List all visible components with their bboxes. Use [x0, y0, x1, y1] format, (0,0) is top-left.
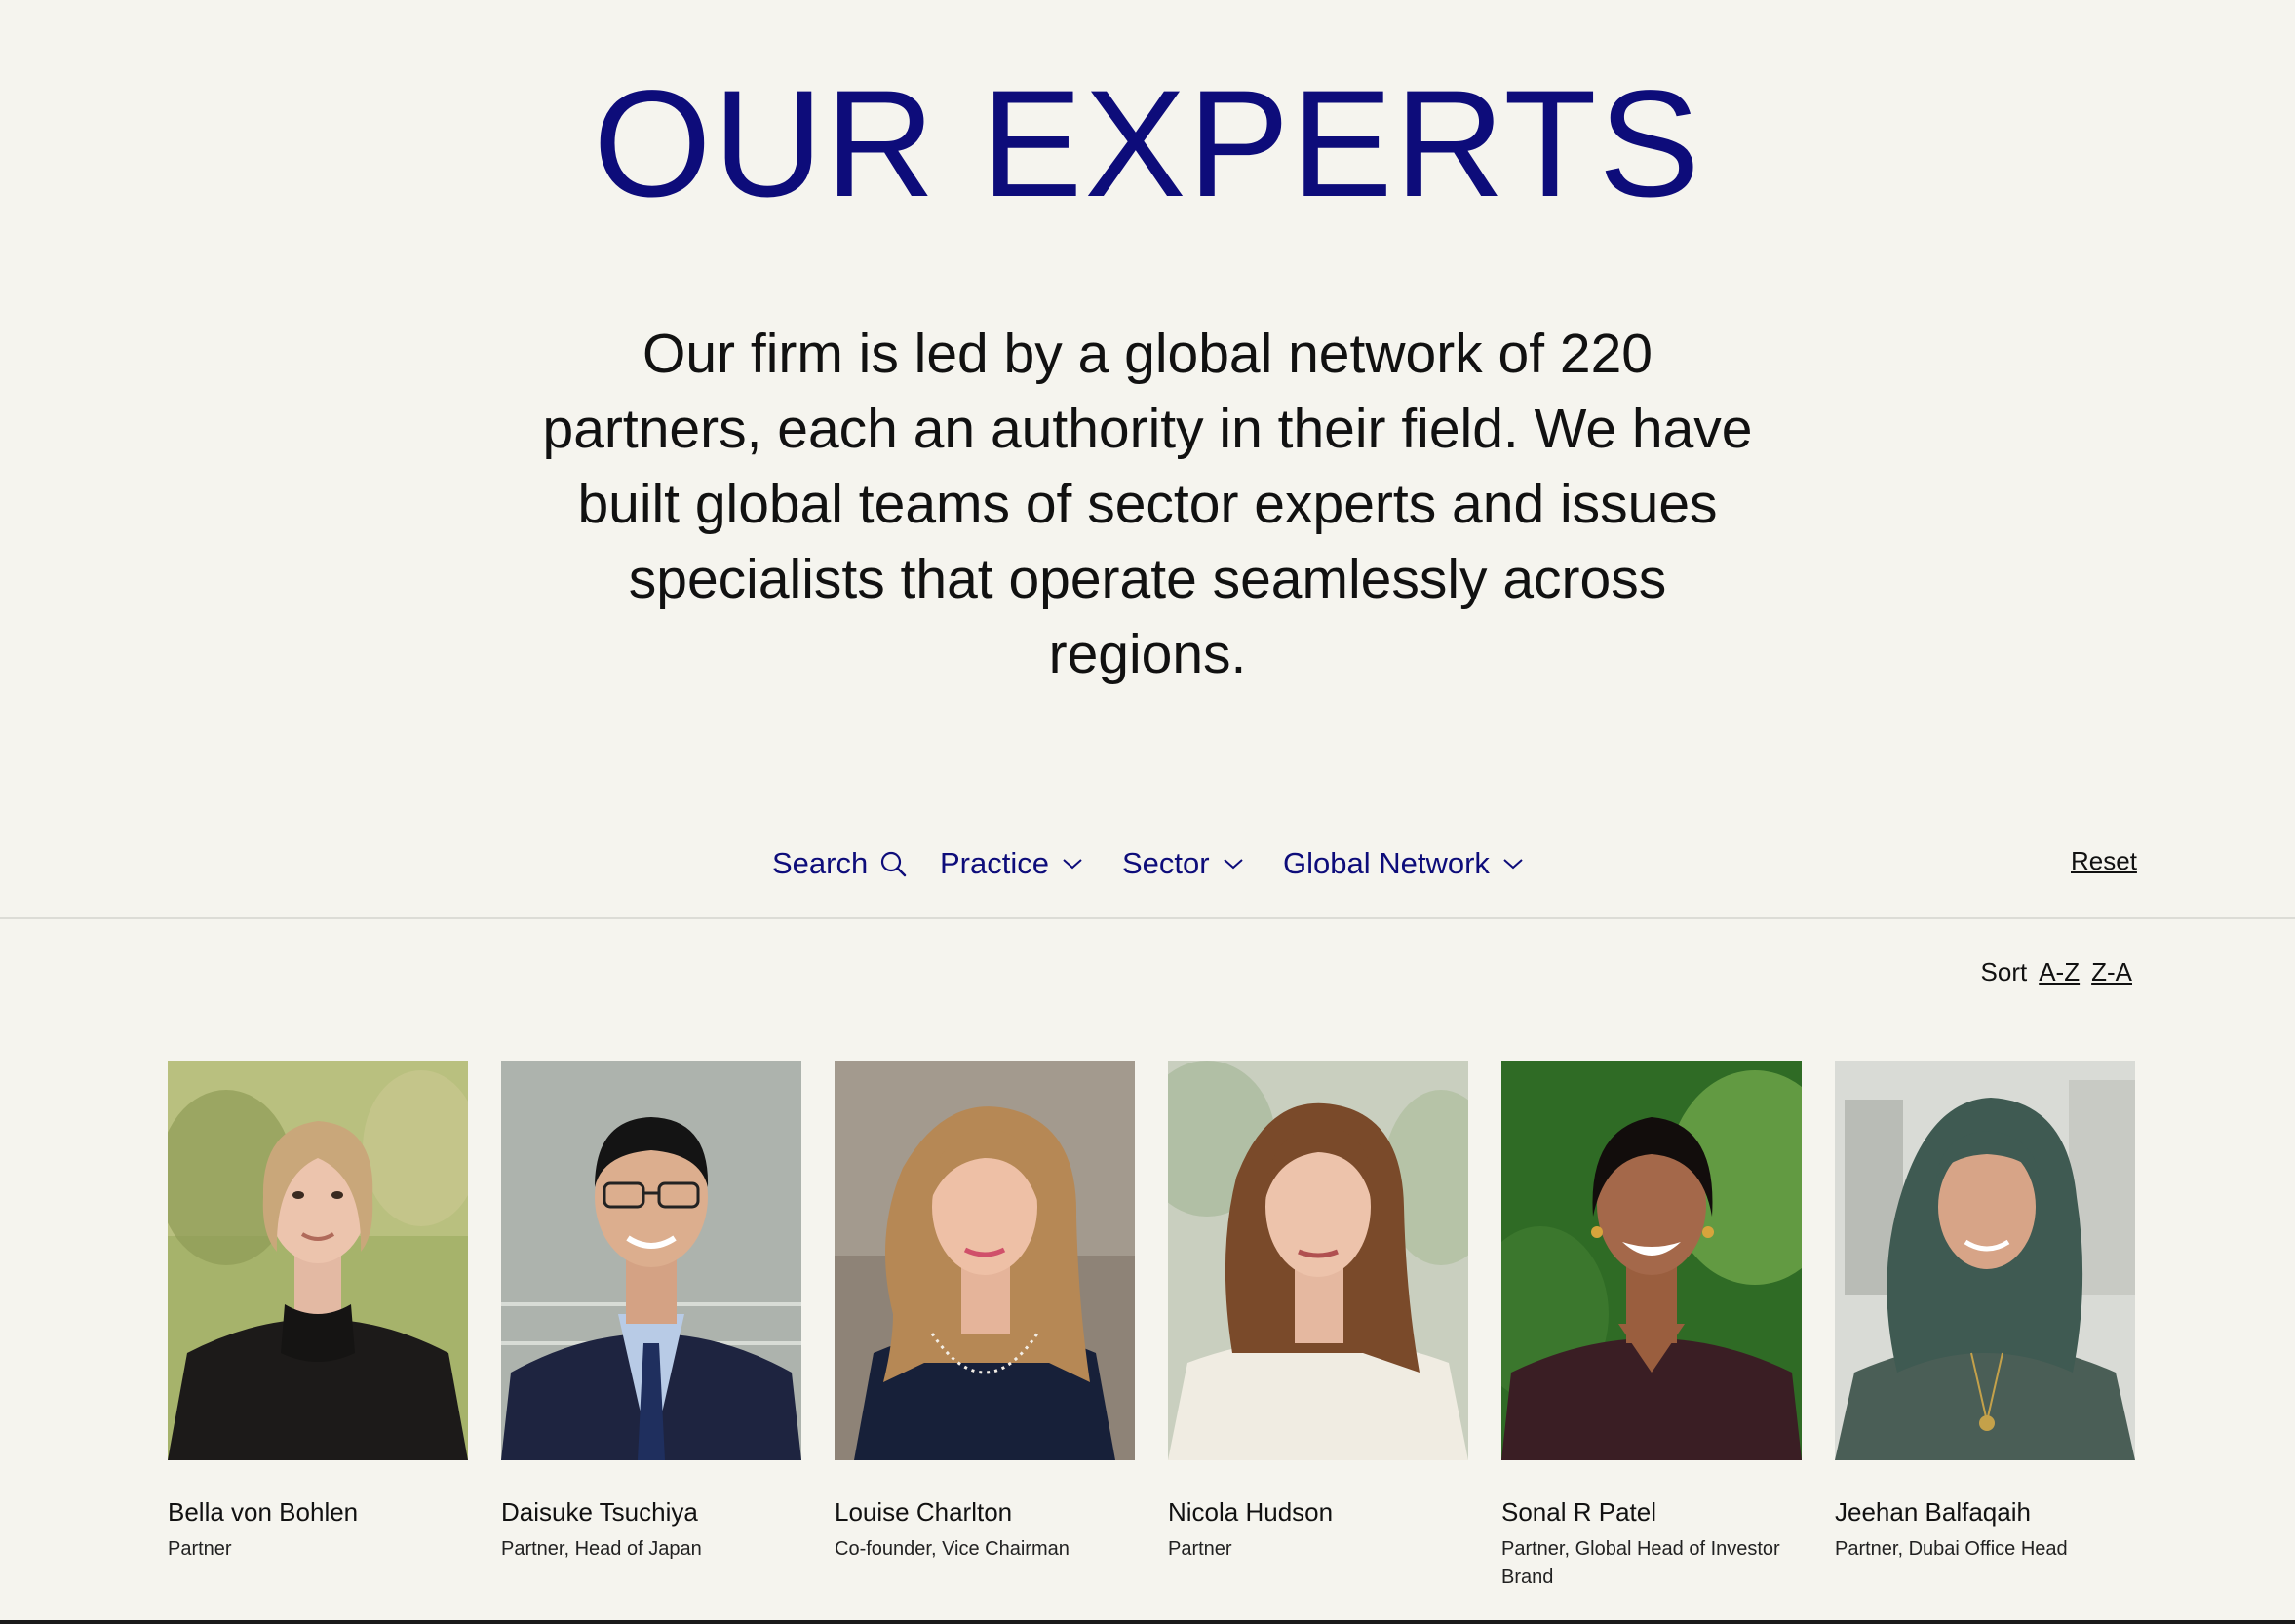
expert-name[interactable]: Jeehan Balfaqaih	[1835, 1497, 2135, 1527]
expert-card[interactable]: Daisuke Tsuchiya Partner, Head of Japan	[501, 1061, 801, 1592]
expert-name[interactable]: Nicola Hudson	[1168, 1497, 1468, 1527]
intro-text: Our firm is led by a global network of 2…	[542, 323, 1753, 685]
expert-name[interactable]: Louise Charlton	[835, 1497, 1135, 1527]
expert-card[interactable]: Sonal R Patel Partner, Global Head of In…	[1501, 1061, 1802, 1592]
expert-photo[interactable]	[1168, 1061, 1468, 1460]
expert-name[interactable]: Bella von Bohlen	[168, 1497, 468, 1527]
experts-grid: Bella von Bohlen Partner Daisuke Tsuchiy…	[168, 1061, 2135, 1592]
expert-role: Partner, Dubai Office Head	[1835, 1538, 2068, 1560]
expert-card[interactable]: Bella von Bohlen Partner	[168, 1061, 468, 1592]
practice-label: Practice	[940, 846, 1049, 880]
expert-card[interactable]: Jeehan Balfaqaih Partner, Dubai Office H…	[1835, 1061, 2135, 1592]
expert-role: Partner	[1168, 1538, 1232, 1560]
sector-label: Sector	[1122, 846, 1210, 880]
chevron-down-icon	[1501, 856, 1525, 871]
experts-page: OUR EXPERTS Our firm is led by a global …	[0, 0, 2295, 1624]
filter-bar: Search Practice Sector Global Network Re…	[0, 840, 2295, 887]
search-button[interactable]: Search	[772, 840, 907, 887]
expert-card[interactable]: Nicola Hudson Partner	[1168, 1061, 1468, 1592]
expert-role: Partner	[168, 1538, 232, 1560]
reset-link[interactable]: Reset	[2071, 846, 2137, 876]
sort-label: Sort	[1980, 957, 2028, 986]
expert-name[interactable]: Daisuke Tsuchiya	[501, 1497, 801, 1527]
search-label: Search	[772, 846, 869, 880]
expert-role: Co-founder, Vice Chairman	[835, 1538, 1070, 1560]
sector-dropdown[interactable]: Sector	[1122, 840, 1245, 887]
practice-dropdown[interactable]: Practice	[940, 840, 1084, 887]
expert-photo[interactable]	[1835, 1061, 2135, 1460]
chevron-down-icon	[1222, 856, 1245, 871]
search-icon	[879, 850, 907, 877]
expert-name[interactable]: Sonal R Patel	[1501, 1497, 1802, 1527]
expert-photo[interactable]	[501, 1061, 801, 1460]
chevron-down-icon	[1061, 856, 1084, 871]
global-network-dropdown[interactable]: Global Network	[1283, 840, 1525, 887]
expert-card[interactable]: Louise Charlton Co-founder, Vice Chairma…	[835, 1061, 1135, 1592]
divider	[0, 917, 2295, 919]
expert-role: Partner, Global Head of Investor Brand	[1501, 1538, 1780, 1588]
bottom-border	[0, 1620, 2295, 1624]
sort-za-link[interactable]: Z-A	[2091, 957, 2132, 987]
page-title: OUR EXPERTS	[593, 59, 1702, 229]
expert-role: Partner, Head of Japan	[501, 1538, 702, 1560]
expert-photo[interactable]	[1501, 1061, 1802, 1460]
expert-photo[interactable]	[835, 1061, 1135, 1460]
expert-photo[interactable]	[168, 1061, 468, 1460]
sort-controls: Sort A-Z Z-A	[1981, 957, 2132, 987]
global-network-label: Global Network	[1283, 846, 1490, 880]
sort-az-link[interactable]: A-Z	[2039, 957, 2080, 987]
